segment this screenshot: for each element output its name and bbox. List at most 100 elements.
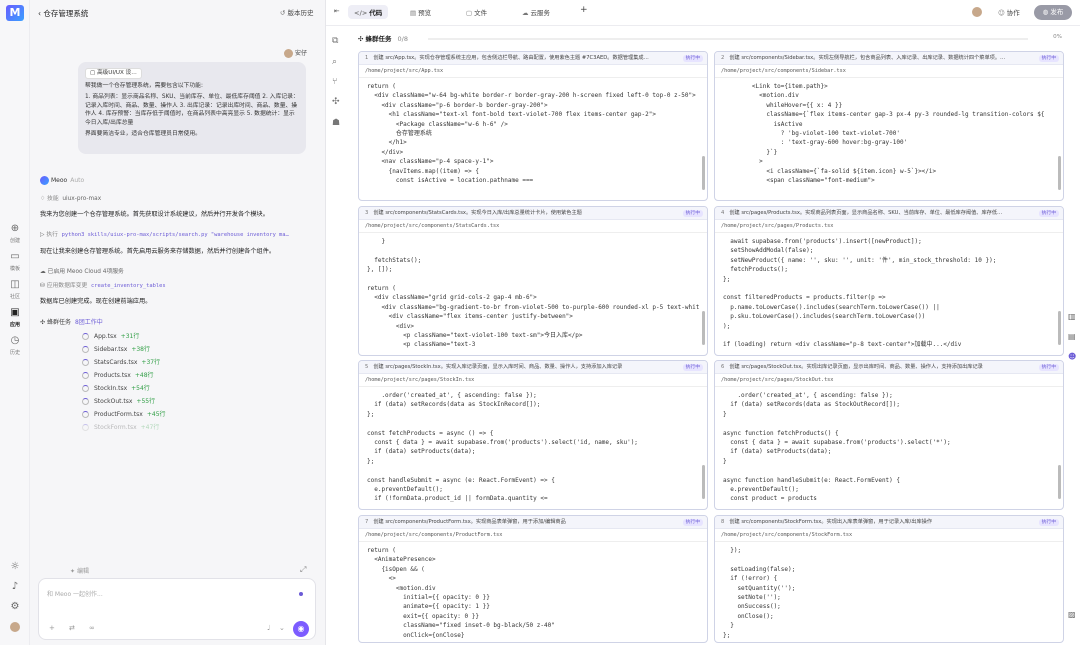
app-logo[interactable]: M [6,5,24,21]
swarm-task-header[interactable]: ✣ 蜂群任务 8团工作中 [40,317,103,326]
card-header: 1 创建 src/App.tsx。实现仓存管理系统主应用，包含侧边栏导航、路由配置… [359,52,707,65]
tab-files[interactable]: ▢ 文件 [466,7,487,17]
chevron-down-icon[interactable]: ⌄ [279,624,285,632]
microphone-icon[interactable]: ♩ [267,624,270,632]
lines-added: +38行 [131,346,150,353]
collab-button[interactable]: ☺ 协作 [998,7,1020,17]
list-item[interactable]: StockOut.tsx +55行 [82,395,282,408]
project-title[interactable]: ‹ 仓存管理系统 [38,8,88,19]
task-card-2[interactable]: 2 创建 src/components/Sidebar.tsx。实现左侧导航栏，包… [714,51,1064,201]
list-item[interactable]: Sidebar.tsx +38行 [82,343,282,356]
rail-item-templates[interactable]: ▭ 模板 [0,250,30,272]
tab-cloud[interactable]: ☁ 云服务 [522,7,550,17]
status-badge: 执行中 [1038,210,1059,217]
bell-icon[interactable]: ♪ [0,581,30,592]
scrollbar[interactable] [702,156,705,190]
step-command: python3 skills/uiux-pro-max/scripts/sear… [61,232,289,238]
list-item[interactable]: StockForm.tsx +47行 [82,421,282,434]
tab-code[interactable]: </> 代码 [348,5,389,19]
task-card-8[interactable]: 8 创建 src/components/StockForm.tsx。实现出入库表单… [714,515,1064,643]
add-tab-button[interactable]: + [580,5,588,15]
send-button[interactable]: ◉ [293,621,309,637]
scrollbar[interactable] [1058,311,1061,345]
exec-step[interactable]: ▷ 执行 python3 skills/uiux-pro-max/scripts… [40,229,289,238]
card-header: 6 创建 src/pages/StockOut.tsx。实现出库记录页面，显示出库… [715,361,1063,374]
tab-preview[interactable]: ▤ 预览 [410,7,431,17]
scrollbar[interactable] [702,311,705,345]
agent-text: 数据库已创建完成。现在创建前端应用。 [40,298,152,305]
card-title: 创建 src/pages/Products.tsx。实现商品列表页面，显示商品名… [729,210,1003,216]
status-dot [299,592,303,596]
scrollbar[interactable] [1058,156,1061,190]
avatar[interactable] [972,7,982,19]
code-block: .order('created_at', { ascending: false … [367,392,638,503]
list-item[interactable]: StockIn.tsx +54行 [82,382,282,395]
user-avatar[interactable] [0,622,30,635]
rail-label: 社区 [9,294,20,300]
swarm-icon[interactable]: ✣ [332,97,340,107]
task-card-7[interactable]: 7 创建 src/components/ProductForm.tsx。实现商品表… [358,515,708,643]
collapse-panel-icon[interactable]: ⇤ [334,7,339,15]
rail-item-create[interactable]: ⊕ 创建 [0,222,30,244]
link-icon[interactable]: ∞ [89,624,95,632]
db-step[interactable]: ⛁ 应用数据库变更 create_inventory_tables [40,280,166,289]
task-card-4[interactable]: 4 创建 src/pages/Products.tsx。实现商品列表页面，显示商品… [714,206,1064,356]
agent-text: 我来为您创建一个仓存管理系统。首先获取设计系统建议，然后并行开发各个模块。 [40,211,269,218]
file-path: /home/project/src/components/StockForm.t… [715,529,1063,542]
chat-input[interactable]: 和 Meoo 一起创作... + ⇄ ∞ ♩ ⌄ ◉ [38,578,316,640]
skill-step[interactable]: ♢ 技能 uiux-pro-max [40,193,101,202]
rail-label: 应用 [9,322,20,328]
status-badge: 执行中 [1038,55,1059,62]
rail-item-history[interactable]: ◷ 历史 [0,334,30,356]
file-path: /home/project/src/pages/Products.tsx [715,220,1063,233]
search-icon[interactable]: ⌕ [332,57,337,67]
scrollbar[interactable] [1058,465,1061,499]
status-badge: 执行中 [682,519,703,526]
rail-item-apps[interactable]: ▣ 应用 [0,306,30,328]
plus-icon[interactable]: + [49,624,55,632]
settings-icon[interactable]: ⚙ [0,601,30,612]
card-title: 创建 src/pages/StockIn.tsx。实现入库记录页面，显示入库时间… [373,364,623,370]
message-line: 1. 商品列表：显示商品名称、SKU、当前库存、单位、最低库存阈值 2. 入库记… [85,94,299,126]
publish-button[interactable]: ◍ 发布 [1034,5,1072,20]
theme-icon[interactable]: ☼ [0,561,30,572]
expand-icon[interactable]: ⤢ [300,565,306,575]
panel-icon[interactable]: ▥ [1068,312,1076,321]
left-rail: M ⊕ 创建 ▭ 模板 ◫ 社区 ▣ 应用 ◷ 历史 ☼ ♪ ⚙ [0,0,30,645]
edit-button[interactable]: ✦ 编辑 [70,566,89,575]
task-card-3[interactable]: 3 创建 src/components/StatsCards.tsx。实现今日入库… [358,206,708,356]
code-block: <Link to={item.path}> <motion.div whileH… [751,83,1045,185]
top-bar: ↺ 版本历史 ⇤ </> 代码 ▤ 预览 ▢ 文件 ☁ 云服务 + ☺ 协作 ◍ 发布 [280,0,1080,26]
scrollbar[interactable] [702,465,705,499]
list-item[interactable]: Products.tsx +48行 [82,369,282,382]
task-card-1[interactable]: 1 创建 src/App.tsx。实现仓存管理系统主应用，包含侧边栏导航、路由配置… [358,51,708,201]
user-name: 安仔 [294,50,307,57]
avatar [283,49,293,58]
shuffle-icon[interactable]: ⇄ [69,624,75,632]
bot-icon[interactable]: ☗ [332,118,340,128]
rail-label: 模板 [9,266,20,272]
attachment-chip[interactable]: ▢ 高级UI/UX 设… [85,68,142,79]
lines-added: +37行 [141,359,161,366]
history-button[interactable]: ↺ 版本历史 [280,7,313,17]
layout-icon[interactable]: ▤ [1068,332,1076,341]
code-block: } fetchStats(); }, []); return ( <div cl… [367,238,699,349]
list-item[interactable]: StatsCards.tsx +37行 [82,356,282,369]
rail-item-community[interactable]: ◫ 社区 [0,278,30,300]
collab-label: 协作 [1006,9,1020,17]
user-message: ▢ 高级UI/UX 设… 帮我做一个仓存管理系统，需要包含以下功能: 1. 商品… [78,62,306,154]
branch-icon[interactable]: ⑂ [332,77,337,87]
task-card-5[interactable]: 5 创建 src/pages/StockIn.tsx。实现入库记录页面，显示入库时… [358,360,708,510]
list-item[interactable]: App.tsx +31行 [82,330,282,343]
cloud-step[interactable]: ☁ 已启用 Meoo Cloud 4项服务 [40,266,124,275]
template-icon: ▭ [10,251,20,262]
assistant-icon[interactable]: ☻ [1068,352,1076,361]
copy-icon[interactable]: ⧉ [332,36,338,46]
file-path: /home/project/src/components/StatsCards.… [359,220,707,233]
task-card-6[interactable]: 6 创建 src/pages/StockOut.tsx。实现出库记录页面，显示出库… [714,360,1064,510]
spinner-icon [82,398,89,405]
card-number: 7 [365,519,369,525]
step-label: 已启用 Meoo Cloud 4项服务 [47,269,124,275]
list-item[interactable]: ProductForm.tsx +45行 [82,408,282,421]
feedback-icon[interactable]: ▨ [1068,610,1076,619]
